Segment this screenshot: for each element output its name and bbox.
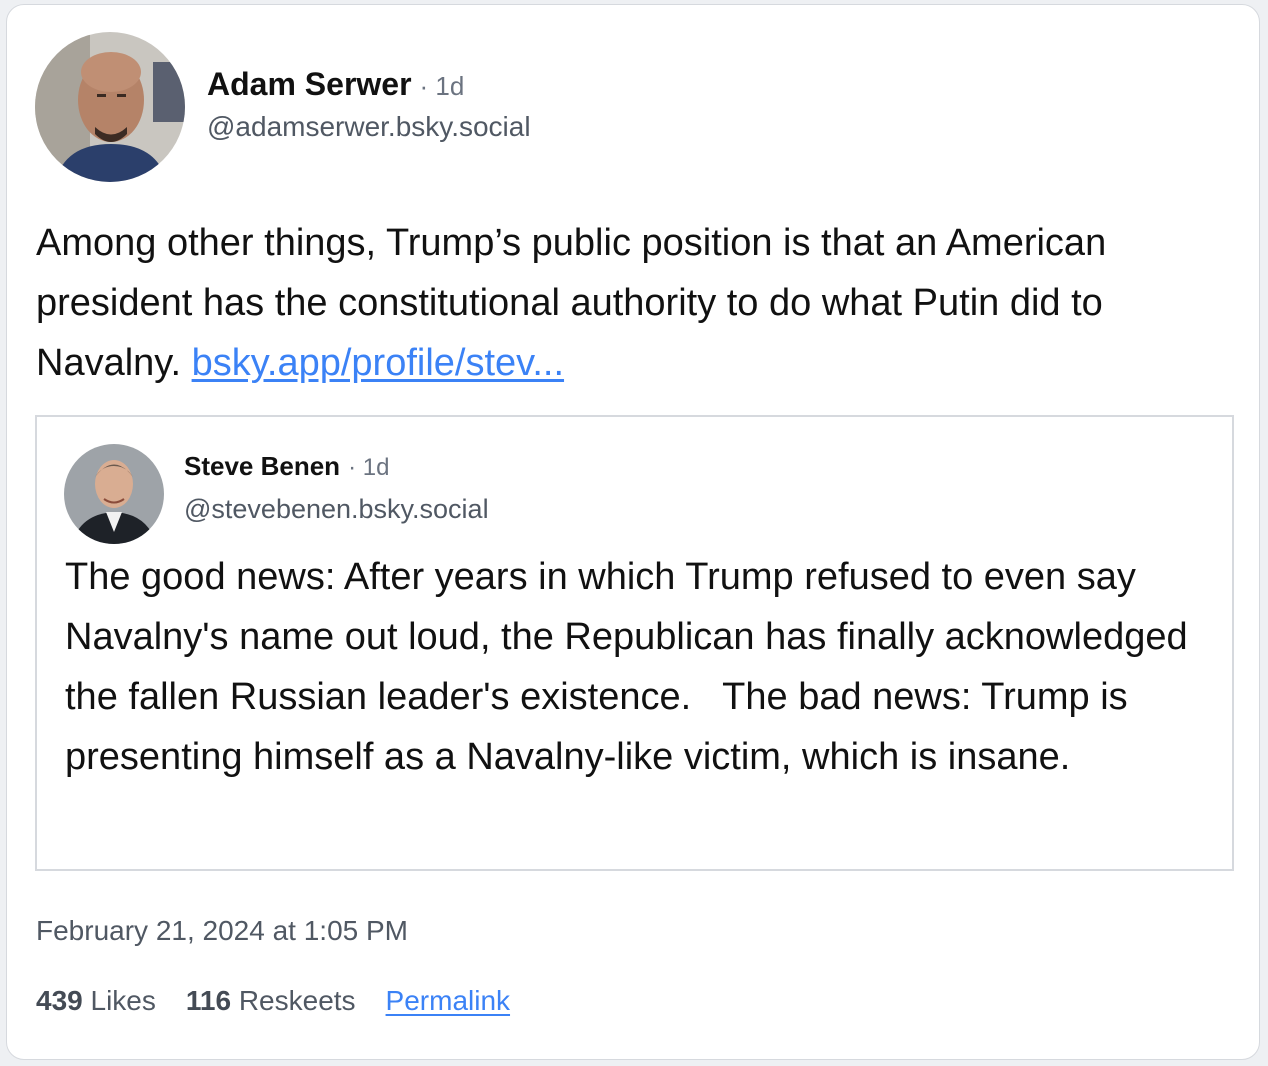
quoted-author-handle[interactable]: @stevebenen.bsky.social <box>184 494 489 525</box>
author-meta: Adam Serwer · 1d @adamserwer.bsky.social <box>207 66 531 143</box>
author-display-name[interactable]: Adam Serwer <box>207 66 412 103</box>
quoted-avatar[interactable] <box>64 444 164 544</box>
avatar-image <box>35 32 185 182</box>
quoted-name-line: Steve Benen · 1d <box>184 451 489 482</box>
post-body: Among other things, Trump’s public posit… <box>36 213 1226 393</box>
reskeets-stat[interactable]: 116 Reskeets <box>186 985 356 1017</box>
post-time-ago: · 1d <box>419 70 465 101</box>
post-timestamp: February 21, 2024 at 1:05 PM <box>36 915 408 946</box>
avatar[interactable] <box>35 32 185 182</box>
reskeets-count: 116 <box>185 985 232 1016</box>
post-card: Adam Serwer · 1d @adamserwer.bsky.social… <box>6 4 1260 1060</box>
quoted-author-header: Steve Benen · 1d @stevebenen.bsky.social <box>64 444 489 544</box>
author-handle[interactable]: @adamserwer.bsky.social <box>207 111 531 143</box>
permalink-link[interactable]: Permalink <box>386 985 510 1017</box>
likes-stat[interactable]: 439 Likes <box>36 985 156 1017</box>
post-stats: 439 Likes 116 Reskeets Permalink <box>36 985 510 1017</box>
name-line: Adam Serwer · 1d <box>207 66 531 103</box>
reskeets-label: Reskeets <box>238 985 356 1016</box>
likes-label: Likes <box>90 985 156 1016</box>
quoted-author-meta: Steve Benen · 1d @stevebenen.bsky.social <box>184 451 489 525</box>
quoted-post[interactable]: Steve Benen · 1d @stevebenen.bsky.social… <box>35 415 1234 871</box>
quoted-author-display-name[interactable]: Steve Benen <box>184 451 340 482</box>
quoted-time-ago: · 1d <box>348 454 390 481</box>
post-link[interactable]: bsky.app/profile/stev... <box>192 342 564 384</box>
quoted-post-text: The good news: After years in which Trum… <box>65 556 1199 778</box>
quoted-avatar-image <box>64 444 164 544</box>
likes-count: 439 <box>36 985 83 1016</box>
post-author-header: Adam Serwer · 1d @adamserwer.bsky.social <box>35 32 531 182</box>
